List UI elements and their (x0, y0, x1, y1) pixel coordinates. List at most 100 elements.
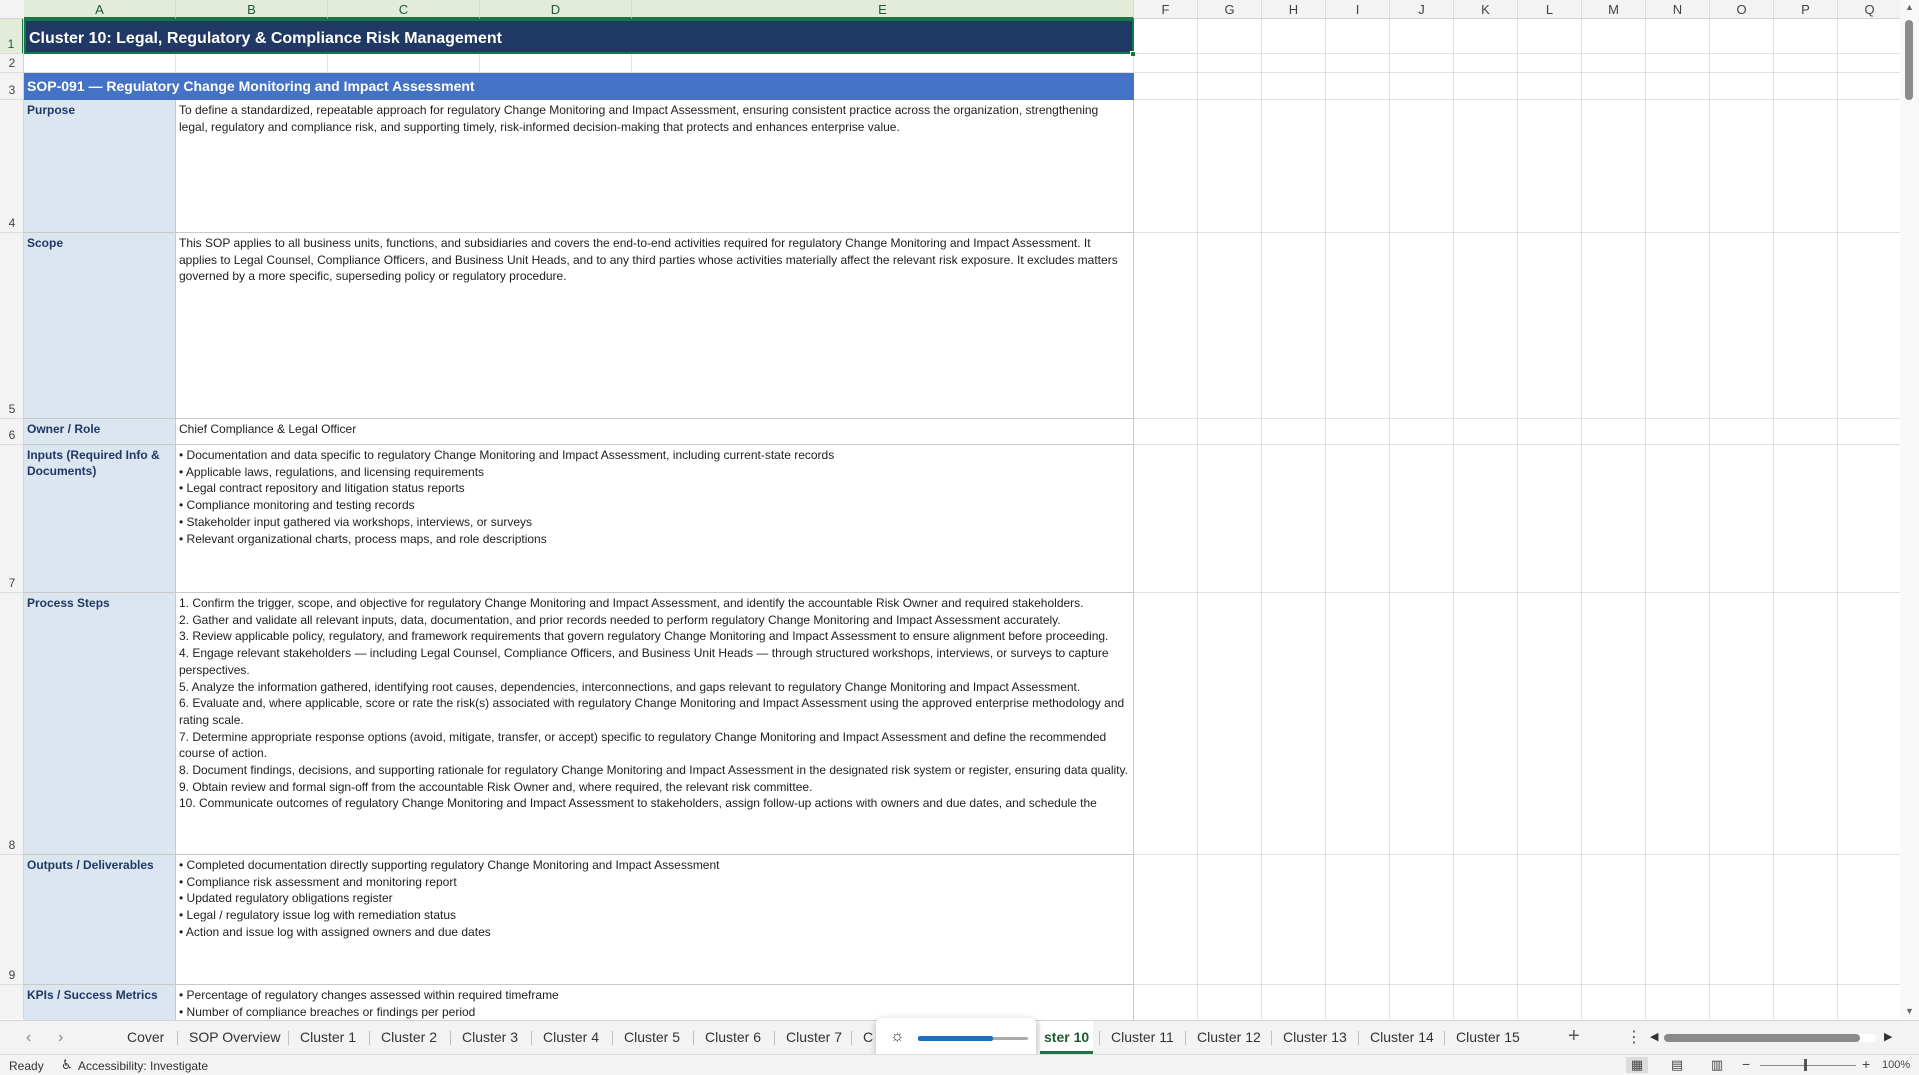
gridline-v (1389, 19, 1390, 1020)
row-header-2[interactable]: 2 (0, 54, 23, 73)
section-line: 7. Determine appropriate response option… (179, 729, 1107, 761)
gridline-v (1517, 19, 1518, 1020)
sheet-menu-icon[interactable]: ⋮ (1626, 1027, 1642, 1047)
sheet-tab[interactable]: C (859, 1021, 877, 1054)
sheet-tab[interactable]: Cluster 1 (296, 1021, 360, 1054)
column-header-o[interactable]: O (1710, 0, 1774, 19)
column-header-q[interactable]: Q (1838, 0, 1902, 19)
page-layout-icon[interactable]: ▤ (1666, 1057, 1688, 1073)
page-break-preview-icon[interactable]: ▥ (1706, 1057, 1728, 1073)
row-header-7[interactable]: 7 (0, 445, 23, 593)
next-sheet-icon[interactable]: › (58, 1029, 63, 1047)
column-header-n[interactable]: N (1646, 0, 1710, 19)
column-header-d[interactable]: D (480, 0, 632, 19)
zoom-out-icon[interactable]: − (1742, 1056, 1750, 1072)
section-label-owner-role[interactable]: Owner / Role (24, 419, 176, 445)
section-label-scope[interactable]: Scope (24, 233, 176, 419)
row-header-9[interactable]: 9 (0, 855, 23, 985)
brightness-slider-fill[interactable] (918, 1036, 993, 1041)
section-value-outputs-deliverables[interactable]: • Completed documentation directly suppo… (176, 855, 1134, 985)
fill-handle[interactable] (1130, 51, 1136, 57)
scroll-right-icon[interactable]: ▶ (1884, 1030, 1892, 1043)
tab-separator (531, 1031, 532, 1045)
tab-separator (288, 1031, 289, 1045)
zoom-level[interactable]: 100% (1882, 1059, 1910, 1071)
column-header-p[interactable]: P (1774, 0, 1838, 19)
sheet-tab[interactable]: Cluster 13 (1279, 1021, 1351, 1054)
section-value-kpis-success-metrics[interactable]: • Percentage of regulatory changes asses… (176, 985, 1134, 1020)
column-header-b[interactable]: B (176, 0, 328, 19)
sheet-tab[interactable]: Cluster 12 (1193, 1021, 1265, 1054)
column-header-j[interactable]: J (1390, 0, 1454, 19)
gridline-v (1581, 19, 1582, 1020)
column-header-h[interactable]: H (1262, 0, 1326, 19)
column-header-k[interactable]: K (1454, 0, 1518, 19)
gridline-v (479, 54, 480, 73)
column-header-e[interactable]: E (632, 0, 1134, 19)
column-header-a[interactable]: A (24, 0, 176, 19)
add-sheet-icon[interactable]: + (1568, 1025, 1580, 1048)
column-header-f[interactable]: F (1134, 0, 1198, 19)
row-header-8[interactable]: 8 (0, 593, 23, 855)
worksheet-grid[interactable]: Cluster 10: Legal, Regulatory & Complian… (24, 19, 1900, 1020)
section-line: • Stakeholder input gathered via worksho… (179, 514, 533, 529)
zoom-in-icon[interactable]: + (1862, 1056, 1870, 1072)
scroll-down-icon[interactable]: ▼ (1900, 1006, 1919, 1016)
section-line: 8. Document findings, decisions, and sup… (179, 763, 1128, 778)
row-header-6[interactable]: 6 (0, 419, 23, 445)
scroll-up-icon[interactable]: ▲ (1900, 2, 1919, 12)
row-header-5[interactable]: 5 (0, 233, 23, 419)
sheet-tab[interactable]: Cluster 6 (701, 1021, 765, 1054)
sop-header-cell[interactable]: SOP-091 — Regulatory Change Monitoring a… (24, 73, 1134, 100)
zoom-slider[interactable] (1760, 1065, 1856, 1066)
accessibility-status[interactable]: Accessibility: Investigate (78, 1059, 208, 1073)
section-value-scope[interactable]: This SOP applies to all business units, … (176, 233, 1134, 419)
column-header-i[interactable]: I (1326, 0, 1390, 19)
section-line: • Compliance monitoring and testing reco… (179, 498, 415, 513)
column-header-m[interactable]: M (1582, 0, 1646, 19)
sheet-tab[interactable]: Cluster 5 (620, 1021, 684, 1054)
sheet-tab[interactable]: Cluster 11 (1107, 1021, 1178, 1054)
sheet-tab[interactable]: Cluster 3 (458, 1021, 522, 1054)
accessibility-icon[interactable]: ♿ (61, 1057, 73, 1073)
section-label-inputs-required-info-documents[interactable]: Inputs (Required Info & Documents) (24, 445, 176, 593)
sheet-tab[interactable]: Cover (123, 1021, 168, 1054)
row-header-4[interactable]: 4 (0, 100, 23, 233)
column-header-c[interactable]: C (328, 0, 480, 19)
vertical-scrollbar[interactable]: ▲ ▼ (1900, 0, 1919, 1020)
row-header-3[interactable]: 3 (0, 73, 23, 100)
zoom-slider-knob[interactable] (1804, 1059, 1807, 1071)
prev-sheet-icon[interactable]: ‹ (26, 1029, 31, 1047)
sheet-tab[interactable]: Cluster 4 (539, 1021, 603, 1054)
column-header-g[interactable]: G (1198, 0, 1262, 19)
normal-view-icon[interactable]: ▦ (1626, 1057, 1648, 1073)
sheet-tab[interactable]: Cluster 7 (782, 1021, 846, 1054)
section-label-purpose[interactable]: Purpose (24, 100, 176, 233)
section-line: This SOP applies to all business units, … (179, 236, 1118, 284)
section-label-process-steps[interactable]: Process Steps (24, 593, 176, 855)
row-number: 2 (8, 56, 16, 70)
section-value-process-steps[interactable]: 1. Confirm the trigger, scope, and objec… (176, 593, 1134, 855)
row-header-1[interactable]: 1 (0, 19, 23, 54)
horizontal-scroll-thumb[interactable] (1664, 1034, 1860, 1042)
section-label-kpis-success-metrics[interactable]: KPIs / Success Metrics (24, 985, 176, 1020)
sheet-title-cell[interactable]: Cluster 10: Legal, Regulatory & Complian… (24, 19, 1134, 54)
section-value-owner-role[interactable]: Chief Compliance & Legal Officer (176, 419, 1134, 445)
sheet-tab[interactable]: Cluster 2 (377, 1021, 441, 1054)
horizontal-scrollbar[interactable]: ◀ ▶ (1648, 1030, 1892, 1046)
section-line: • Applicable laws, regulations, and lice… (179, 464, 485, 479)
tab-separator (851, 1031, 852, 1045)
section-line: 4. Engage relevant stakeholders — includ… (179, 646, 1109, 677)
sheet-tab[interactable]: SOP Overview (185, 1021, 285, 1054)
sheet-tab[interactable]: Cluster 15 (1452, 1021, 1524, 1054)
column-header-l[interactable]: L (1518, 0, 1582, 19)
section-label-outputs-deliverables[interactable]: Outputs / Deliverables (24, 855, 176, 985)
sheet-tab[interactable]: Cluster 14 (1366, 1021, 1438, 1054)
vertical-scroll-thumb[interactable] (1905, 20, 1913, 100)
sheet-tab[interactable]: ster 10 (1040, 1021, 1094, 1054)
section-value-purpose[interactable]: To define a standardized, repeatable app… (176, 100, 1134, 233)
tab-separator (612, 1031, 613, 1045)
row-number: 1 (7, 37, 15, 51)
section-value-inputs-required-info-documents[interactable]: • Documentation and data specific to reg… (176, 445, 1134, 593)
scroll-left-icon[interactable]: ◀ (1650, 1030, 1658, 1043)
